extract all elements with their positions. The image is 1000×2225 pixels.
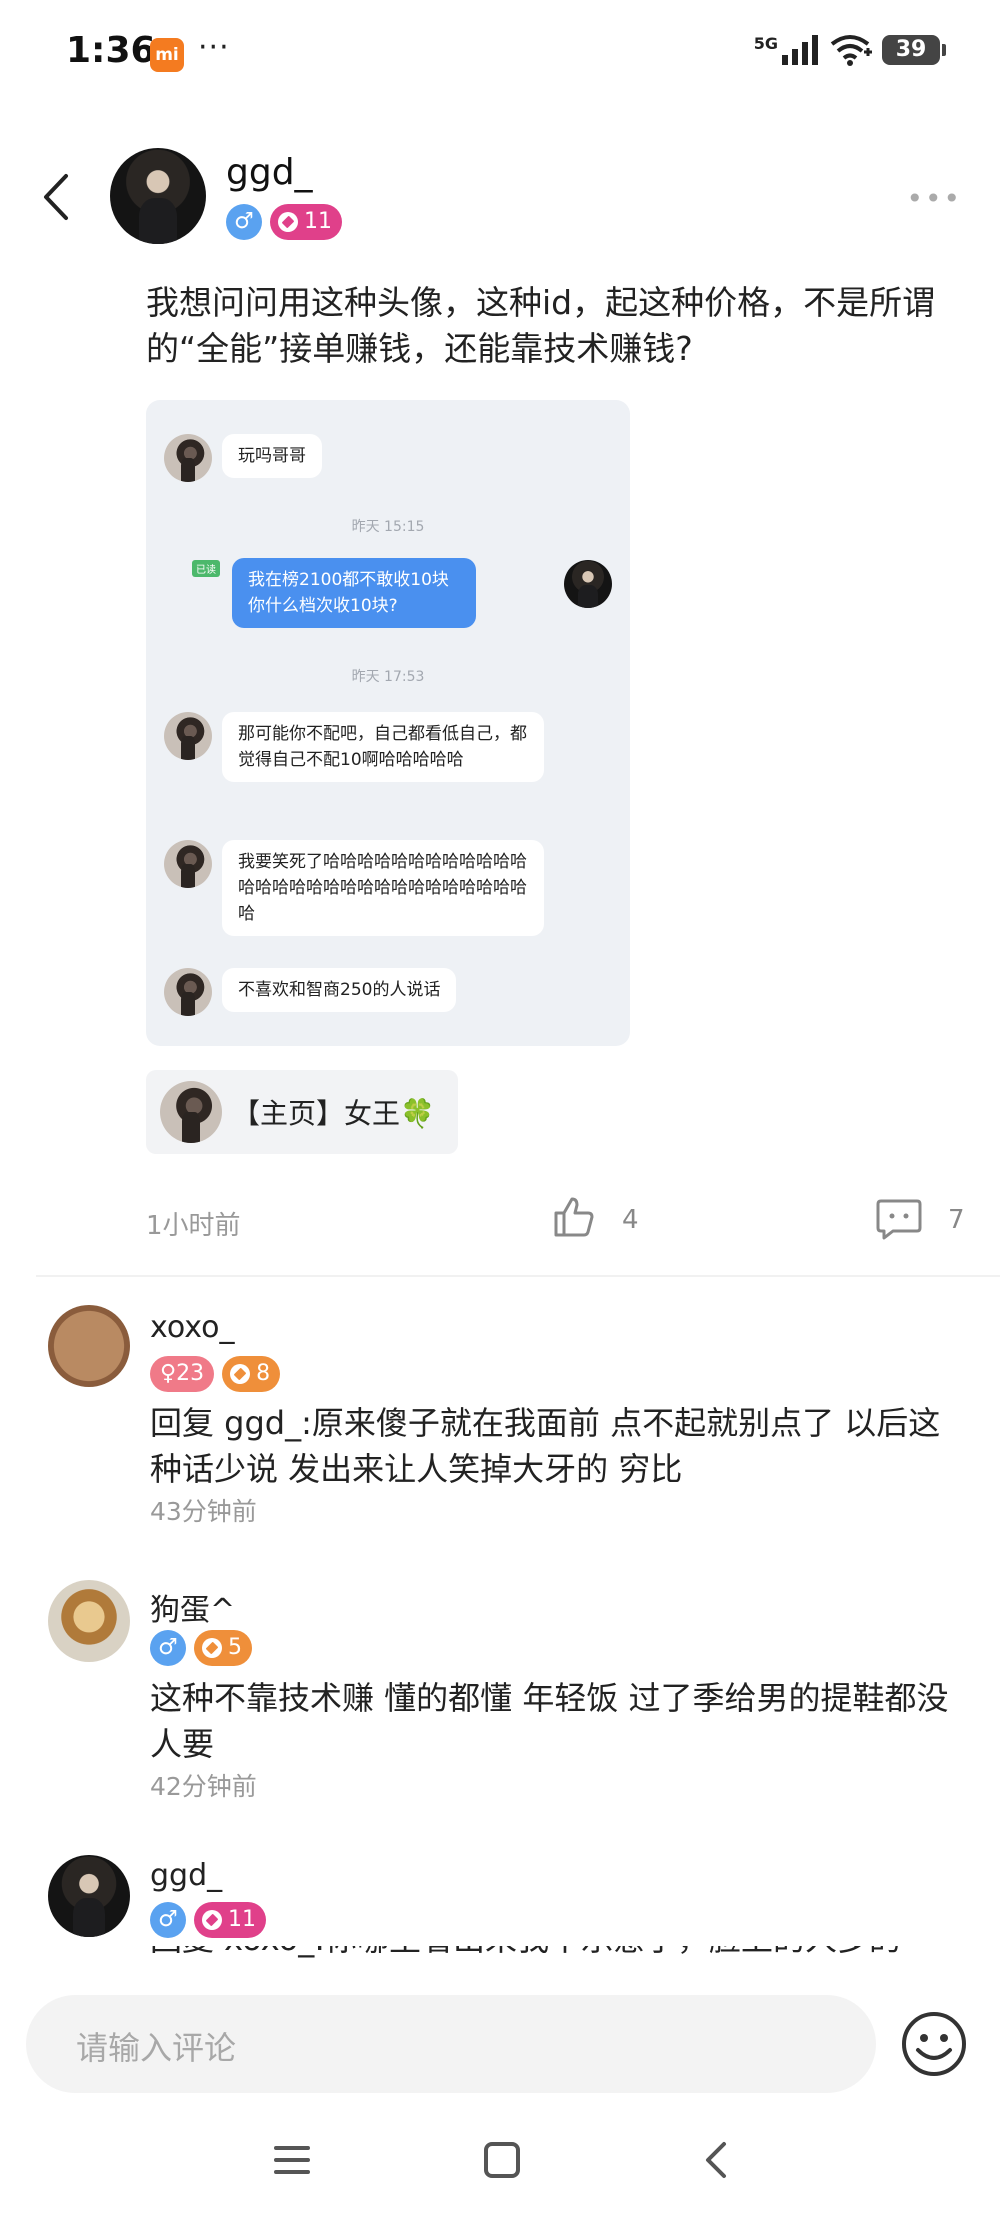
chat-message: 我要笑死了哈哈哈哈哈哈哈哈哈哈哈哈哈哈哈哈哈哈哈哈哈哈哈哈哈哈哈哈哈哈 [222,840,544,936]
signal-icon [782,35,818,65]
comment-icon[interactable] [876,1198,922,1240]
male-badge-icon: ♂ [226,204,262,240]
nav-back-icon[interactable] [698,2140,738,2180]
chat-timestamp: 昨天 15:15 [351,519,425,535]
chat-avatar-self [564,560,612,608]
diamond-icon [230,1364,251,1384]
level-badge: 11 [194,1902,266,1938]
diamond-icon [202,1910,222,1930]
post-image-chat-screenshot[interactable]: 玩吗哥哥 昨天 15:15 已读 我在榜2100都不敢收10块你什么档次收10块… [146,400,630,1046]
comment-text-partial: 回复 xoxo_:你哪里看出来我不乐意了，脸上的人多的 [150,1946,960,1962]
comment-author[interactable]: ggd_ [150,1858,222,1893]
comment-input-placeholder: 请输入评论 [76,2029,237,2067]
level-value: 11 [228,1907,256,1932]
menu-icon[interactable] [272,2140,312,2180]
comment-time: 42分钟前 [150,1772,257,1801]
comment-time: 43分钟前 [150,1497,257,1526]
network-type: 5G [753,33,778,53]
chat-message: 那可能你不配吧，自己都看低自己，都觉得自己不配10啊哈哈哈哈哈 [222,712,544,782]
home-icon[interactable] [482,2140,522,2180]
level-badge: 11 [270,204,342,240]
status-time: 1:36 [66,30,156,71]
level-value: 11 [304,209,332,234]
comment-avatar[interactable] [48,1580,130,1662]
author-badges: ♂ 11 [226,204,342,240]
emoji-icon[interactable] [900,2010,968,2078]
comment-text: 这种不靠技术赚 懂的都懂 年轻饭 过了季给男的提鞋都没人要 [150,1679,949,1763]
chat-avatar [164,434,212,482]
comment-badges: ♂ 11 [150,1902,266,1938]
male-badge-icon: ♂ [150,1902,186,1938]
chat-message-sent: 我在榜2100都不敢收10块你什么档次收10块? [232,558,476,628]
post-text: 我想问问用这种头像，这种id，起这种价格，不是所谓的“全能”接单赚钱，还能靠技术… [146,283,936,368]
comment-avatar[interactable] [48,1305,130,1387]
chat-timestamp: 昨天 17:53 [351,669,425,685]
diamond-icon [278,212,298,232]
chip-avatar [160,1081,222,1143]
comment-author[interactable]: 狗蛋^ [150,1585,235,1629]
comment-input[interactable]: 请输入评论 [26,1995,876,2093]
comment-author[interactable]: xoxo_ [150,1310,234,1345]
status-indicators: 5G 39 [753,33,946,66]
level-value: 8 [256,1361,271,1386]
female-age-badge: ♀23 [150,1356,215,1392]
homepage-link-chip[interactable]: 【主页】女王🍀 [146,1070,458,1154]
wifi-icon [830,35,872,66]
comment-avatar[interactable] [48,1855,130,1937]
chat-message: 玩吗哥哥 [222,434,322,478]
chat-avatar [164,840,212,888]
level-value: 5 [228,1635,242,1660]
back-arrow-icon[interactable] [36,170,80,224]
author-name[interactable]: ggd_ [226,152,313,193]
comment-badges: ♀23 8 [150,1356,281,1392]
divider [36,1275,1000,1277]
level-badge: 5 [194,1630,252,1666]
battery-indicator: 39 [882,35,946,65]
status-bar: 1:36 mi ··· 5G 39 [0,0,1000,110]
chip-label: 【主页】女王🍀 [232,1097,435,1130]
like-count: 4 [622,1205,639,1235]
comment-count: 7 [948,1205,965,1235]
male-badge-icon: ♂ [150,1630,186,1666]
chat-avatar [164,968,212,1016]
chat-avatar [164,712,212,760]
author-avatar[interactable] [110,148,206,244]
comment-text: 回复 ggd_:原来傻子就在我面前 点不起就别点了 以后这种话少说 发出来让人笑… [150,1404,941,1488]
level-badge: 8 [222,1356,281,1392]
more-options-icon[interactable]: ••• [906,182,962,215]
comment-badges: ♂ 5 [150,1630,252,1666]
chat-message: 不喜欢和智商250的人说话 [222,968,457,1012]
more-notifications-icon: ··· [198,30,230,65]
diamond-icon [202,1638,222,1658]
mi-app-icon: mi [150,38,184,72]
thumbs-up-icon[interactable] [552,1195,596,1239]
read-label: 已读 [192,560,220,577]
post-time: 1小时前 [146,1211,241,1241]
